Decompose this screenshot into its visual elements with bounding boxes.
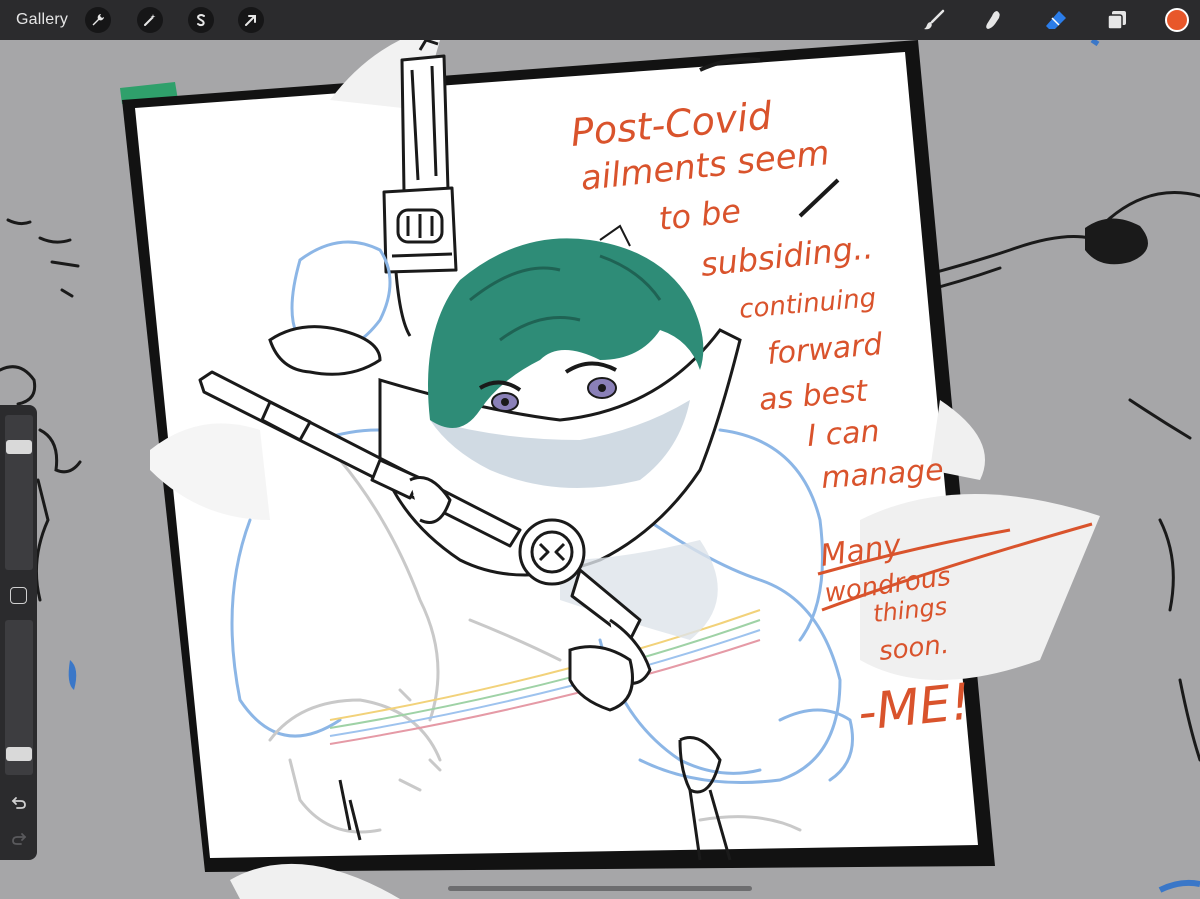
undo-icon [11,797,26,809]
top-toolbar: Gallery [0,0,1200,40]
layers-icon [1107,11,1126,30]
wrench-icon [92,14,104,26]
home-indicator [448,886,752,891]
actions-button[interactable] [85,7,111,33]
brush-opacity-thumb[interactable] [6,746,32,761]
selection-button[interactable] [188,7,214,33]
brush-button[interactable] [920,6,948,34]
redo-icon [12,833,27,845]
drawing-canvas[interactable]: Post-Covid ailments seem to be subsiding… [0,0,1200,899]
magic-wand-icon [144,14,156,26]
undo-button[interactable] [9,793,29,813]
note-line-8: I can [806,414,881,454]
smudge-button[interactable] [980,6,1008,34]
brush-icon [924,9,945,30]
selection-icon [197,14,205,27]
redo-button[interactable] [9,829,29,849]
note-line-14: -ME! [855,672,973,741]
blue-mark [68,660,77,690]
adjustments-button[interactable] [137,7,163,33]
brush-size-slider[interactable] [5,415,33,570]
layers-button[interactable] [1103,6,1131,34]
color-swatch[interactable] [1165,8,1189,32]
gallery-button[interactable]: Gallery [16,9,68,31]
transform-button[interactable] [238,7,264,33]
smudge-icon [986,11,1000,29]
blue-mark-corner [1158,879,1200,893]
blue-dot [1090,37,1100,47]
left-sidebar [0,405,37,860]
artwork: Post-Covid ailments seem to be subsiding… [0,37,1200,899]
brush-opacity-slider[interactable] [5,620,33,775]
ink-blob [1085,218,1148,265]
transform-arrow-icon [245,15,256,26]
modify-button[interactable] [10,587,27,604]
brush-size-thumb[interactable] [6,440,32,455]
eraser-icon [1046,11,1066,29]
eraser-button[interactable] [1042,6,1070,34]
